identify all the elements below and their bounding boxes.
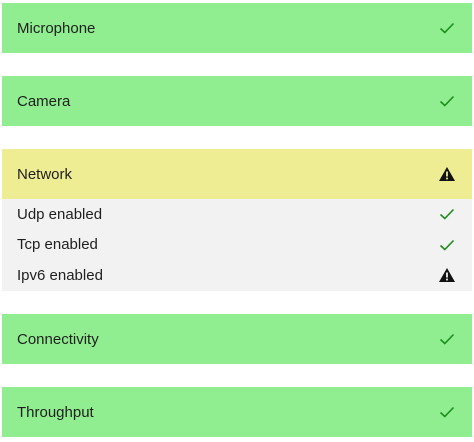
check-panel-microphone: Microphone (2, 3, 472, 53)
check-header-throughput[interactable]: Throughput (2, 387, 472, 437)
check-panel-throughput: Throughput (2, 387, 472, 437)
detail-row-tcp: Tcp enabled (2, 230, 472, 261)
check-label-network: Network (17, 165, 73, 183)
detail-label-ipv6: Ipv6 enabled (17, 266, 103, 284)
check-label-microphone: Microphone (17, 19, 96, 37)
warning-icon (438, 165, 456, 183)
check-label-camera: Camera (17, 92, 71, 110)
check-icon (438, 236, 456, 254)
check-icon (438, 403, 456, 421)
warning-icon (438, 266, 456, 284)
check-icon (438, 92, 456, 110)
detail-row-udp: Udp enabled (2, 199, 472, 230)
detail-row-ipv6: Ipv6 enabled (2, 260, 472, 291)
check-icon (438, 205, 456, 223)
detail-label-tcp: Tcp enabled (17, 236, 98, 254)
check-header-camera[interactable]: Camera (2, 76, 472, 126)
check-icon (438, 330, 456, 348)
check-header-microphone[interactable]: Microphone (2, 3, 472, 53)
check-header-connectivity[interactable]: Connectivity (2, 314, 472, 364)
check-panel-network: Network Udp enabled Tcp enabled Ipv6 ena… (2, 149, 472, 291)
check-panel-camera: Camera (2, 76, 472, 126)
check-icon (438, 19, 456, 37)
check-label-throughput: Throughput (17, 403, 94, 421)
network-details: Udp enabled Tcp enabled Ipv6 enabled (2, 199, 472, 291)
detail-label-udp: Udp enabled (17, 205, 103, 223)
check-header-network[interactable]: Network (2, 149, 472, 199)
check-label-connectivity: Connectivity (17, 330, 99, 348)
check-panel-connectivity: Connectivity (2, 314, 472, 364)
